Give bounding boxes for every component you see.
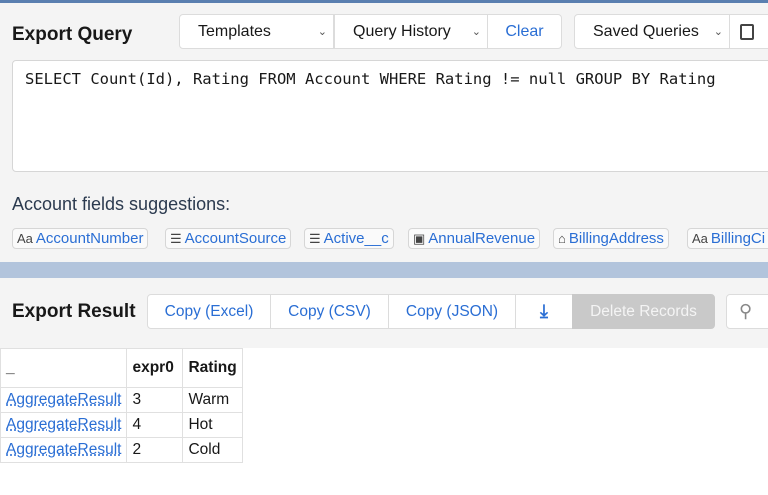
column-header[interactable]: _ — [0, 348, 128, 388]
column-header[interactable]: Rating — [182, 348, 243, 388]
query-input[interactable]: SELECT Count(Id), Rating FROM Account WH… — [12, 60, 768, 172]
record-link[interactable]: AggregateResult — [6, 391, 121, 408]
table-header-row: _ expr0 Rating — [0, 348, 243, 388]
chevron-down-icon: ⌄ — [471, 26, 481, 38]
cell: 4 — [126, 412, 184, 438]
text-field-icon: Aa — [692, 231, 708, 246]
table-row: AggregateResult 4 Hot — [0, 412, 243, 438]
floppy-disk-icon — [739, 23, 754, 40]
copy-csv-button[interactable]: Copy (CSV) — [270, 294, 389, 329]
templates-select[interactable]: Templates ⌄ — [179, 14, 334, 49]
splitter-handle[interactable] — [0, 262, 768, 278]
field-chip[interactable]: ☰ Active__c — [304, 228, 394, 249]
field-chip[interactable]: Aa BillingCi — [687, 228, 768, 249]
delete-records-button[interactable]: Delete Records — [572, 294, 715, 329]
export-result-title: Export Result — [12, 301, 136, 322]
home-icon: ⌂ — [558, 231, 566, 246]
field-label: Active__c — [323, 230, 389, 247]
search-icon[interactable]: ⚲ — [726, 294, 768, 329]
clear-button[interactable]: Clear — [487, 14, 562, 49]
record-link[interactable]: AggregateResult — [6, 441, 121, 458]
text-field-icon: Aa — [17, 231, 33, 246]
field-label: AnnualRevenue — [428, 230, 536, 247]
cell: Cold — [182, 437, 243, 463]
copy-excel-button[interactable]: Copy (Excel) — [147, 294, 271, 329]
cell: Warm — [182, 387, 243, 413]
field-label: AccountSource — [184, 230, 287, 247]
field-chip[interactable]: ☰ AccountSource — [165, 228, 292, 249]
column-header[interactable]: expr0 — [126, 348, 184, 388]
picklist-icon: ☰ — [309, 230, 321, 246]
copy-json-button[interactable]: Copy (JSON) — [388, 294, 516, 329]
history-label: Query History — [353, 22, 451, 40]
templates-label: Templates — [198, 22, 271, 40]
table-row: AggregateResult 3 Warm — [0, 387, 243, 413]
cell: 2 — [126, 437, 184, 463]
cell: Hot — [182, 412, 243, 438]
cell: 3 — [126, 387, 184, 413]
query-history-select[interactable]: Query History ⌄ — [334, 14, 488, 49]
download-icon[interactable]: ⤓ — [515, 294, 573, 329]
save-query-button[interactable] — [729, 14, 768, 49]
field-label: BillingCi — [710, 230, 766, 247]
chevron-down-icon: ⌄ — [317, 26, 327, 38]
field-chip[interactable]: ▣ AnnualRevenue — [408, 228, 541, 249]
currency-icon: ▣ — [413, 230, 426, 246]
result-button-group: Copy (Excel) Copy (CSV) Copy (JSON) ⤓ De… — [147, 294, 715, 329]
results-table: _ expr0 Rating AggregateResult 3 Warm Aggr… — [0, 348, 243, 463]
chevron-down-icon: ⌄ — [713, 26, 723, 38]
field-chip[interactable]: Aa AccountNumber — [12, 228, 149, 249]
field-chip[interactable]: ⌂ BillingAddress — [553, 228, 669, 249]
table-row: AggregateResult 2 Cold — [0, 437, 243, 463]
saved-queries-select[interactable]: Saved Queries ⌄ — [574, 14, 730, 49]
picklist-icon: ☰ — [170, 230, 182, 246]
export-query-title: Export Query — [12, 24, 133, 45]
saved-label: Saved Queries — [593, 22, 699, 40]
field-label: AccountNumber — [35, 230, 144, 247]
field-label: BillingAddress — [568, 230, 664, 247]
record-link[interactable]: AggregateResult — [6, 416, 121, 433]
suggestions-title: Account fields suggestions: — [12, 194, 231, 214]
